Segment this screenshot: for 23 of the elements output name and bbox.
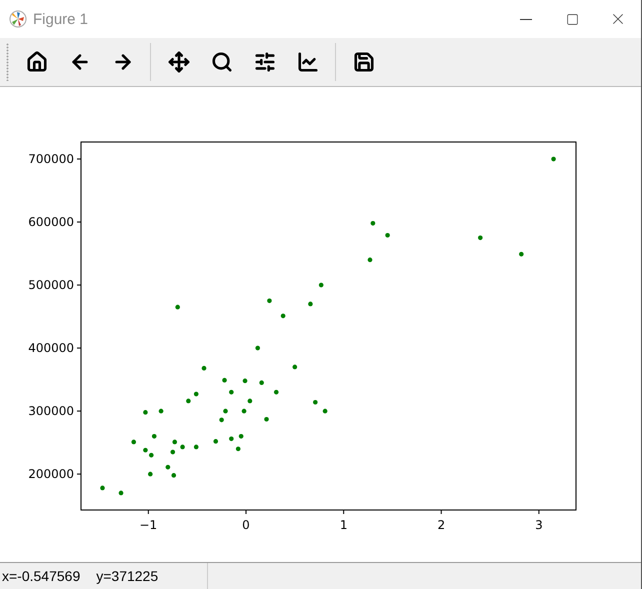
y-tick-label: 700000: [28, 152, 74, 166]
y-tick-label: 500000: [28, 278, 74, 292]
search-icon: [210, 51, 232, 73]
window-title: Figure 1: [33, 10, 90, 28]
y-tick-label: 400000: [28, 341, 74, 356]
x-tick-label: 1: [340, 518, 348, 532]
line-chart-icon: [296, 51, 318, 73]
sliders-icon: [254, 51, 276, 73]
app-logo-icon: [9, 10, 27, 28]
y-tick-label: 600000: [28, 215, 74, 230]
y-tick-label: 300000: [28, 404, 74, 418]
minimize-icon: [520, 18, 532, 20]
move-icon: [168, 51, 190, 73]
y-tick-label: 200000: [28, 467, 74, 482]
home-icon: [26, 51, 48, 73]
x-tick-label: 2: [437, 518, 446, 532]
maximize-icon: [566, 12, 578, 26]
y-coordinate: y=371225: [96, 568, 158, 584]
x-tick-label: 0: [242, 518, 250, 532]
save-icon: [352, 51, 374, 73]
x-coordinate: x=-0.547569: [2, 568, 80, 584]
x-tick-label: −1: [140, 518, 158, 532]
x-tick-label: 3: [535, 518, 543, 532]
